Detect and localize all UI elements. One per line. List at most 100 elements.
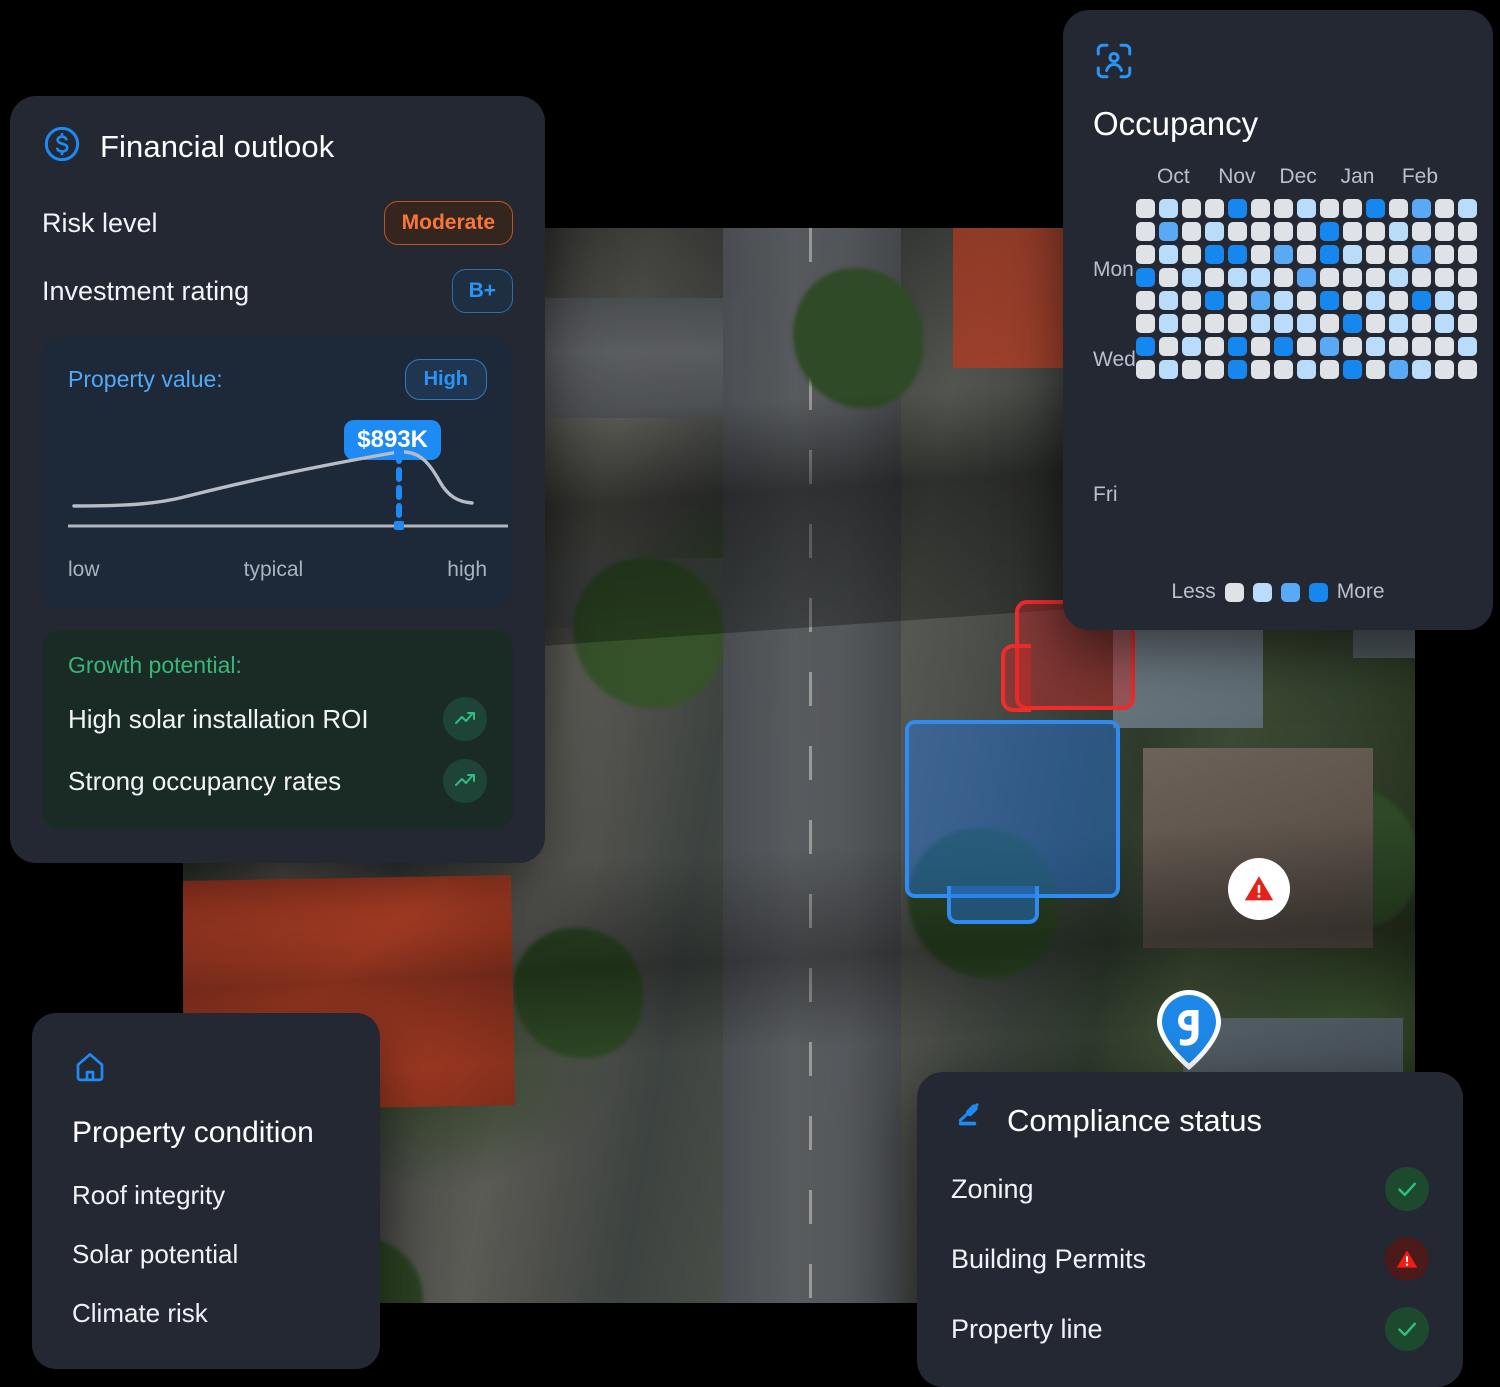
occupancy-cell[interactable]	[1388, 337, 1408, 356]
occupancy-cell[interactable]	[1319, 291, 1339, 310]
occupancy-cell[interactable]	[1342, 222, 1362, 241]
occupancy-cell[interactable]	[1227, 337, 1247, 356]
property-condition-item[interactable]: Roof integrity	[72, 1180, 340, 1211]
occupancy-cell[interactable]	[1457, 199, 1477, 218]
occupancy-cell[interactable]	[1181, 291, 1201, 310]
occupancy-cell[interactable]	[1135, 268, 1155, 287]
property-condition-item[interactable]: Climate risk	[72, 1298, 340, 1329]
occupancy-cell[interactable]	[1250, 291, 1270, 310]
occupancy-cell[interactable]	[1365, 199, 1385, 218]
occupancy-cell[interactable]	[1457, 291, 1477, 310]
occupancy-cell[interactable]	[1342, 199, 1362, 218]
occupancy-cell[interactable]	[1342, 268, 1362, 287]
occupancy-cell[interactable]	[1388, 291, 1408, 310]
occupancy-cell[interactable]	[1434, 360, 1454, 379]
occupancy-cell[interactable]	[1457, 245, 1477, 264]
occupancy-cell[interactable]	[1319, 222, 1339, 241]
occupancy-cell[interactable]	[1388, 314, 1408, 333]
occupancy-cell[interactable]	[1181, 314, 1201, 333]
occupancy-cell[interactable]	[1273, 360, 1293, 379]
occupancy-grid[interactable]	[1135, 199, 1477, 562]
occupancy-cell[interactable]	[1388, 245, 1408, 264]
occupancy-cell[interactable]	[1273, 268, 1293, 287]
occupancy-cell[interactable]	[1457, 360, 1477, 379]
occupancy-cell[interactable]	[1181, 222, 1201, 241]
occupancy-cell[interactable]	[1296, 360, 1316, 379]
occupancy-cell[interactable]	[1204, 291, 1224, 310]
occupancy-cell[interactable]	[1342, 245, 1362, 264]
occupancy-cell[interactable]	[1227, 314, 1247, 333]
occupancy-cell[interactable]	[1434, 337, 1454, 356]
occupancy-cell[interactable]	[1388, 222, 1408, 241]
occupancy-cell[interactable]	[1434, 314, 1454, 333]
occupancy-cell[interactable]	[1319, 360, 1339, 379]
occupancy-cell[interactable]	[1135, 291, 1155, 310]
occupancy-cell[interactable]	[1204, 314, 1224, 333]
occupancy-cell[interactable]	[1227, 360, 1247, 379]
occupancy-cell[interactable]	[1204, 199, 1224, 218]
compliance-row[interactable]: Property line	[951, 1307, 1429, 1351]
occupancy-cell[interactable]	[1296, 291, 1316, 310]
occupancy-cell[interactable]	[1158, 222, 1178, 241]
growth-potential-item[interactable]: Strong occupancy rates	[68, 759, 487, 803]
occupancy-cell[interactable]	[1411, 360, 1431, 379]
occupancy-cell[interactable]	[1411, 245, 1431, 264]
occupancy-cell[interactable]	[1434, 245, 1454, 264]
occupancy-cell[interactable]	[1365, 314, 1385, 333]
occupancy-cell[interactable]	[1227, 199, 1247, 218]
occupancy-cell[interactable]	[1250, 360, 1270, 379]
occupancy-cell[interactable]	[1250, 314, 1270, 333]
occupancy-cell[interactable]	[1181, 360, 1201, 379]
occupancy-cell[interactable]	[1411, 337, 1431, 356]
occupancy-cell[interactable]	[1434, 291, 1454, 310]
occupancy-cell[interactable]	[1411, 268, 1431, 287]
occupancy-cell[interactable]	[1342, 314, 1362, 333]
occupancy-cell[interactable]	[1181, 245, 1201, 264]
occupancy-cell[interactable]	[1135, 222, 1155, 241]
occupancy-cell[interactable]	[1158, 245, 1178, 264]
occupancy-cell[interactable]	[1434, 268, 1454, 287]
occupancy-cell[interactable]	[1388, 360, 1408, 379]
occupancy-cell[interactable]	[1158, 360, 1178, 379]
occupancy-cell[interactable]	[1411, 222, 1431, 241]
occupancy-cell[interactable]	[1411, 291, 1431, 310]
compliance-row[interactable]: Zoning	[951, 1167, 1429, 1211]
occupancy-cell[interactable]	[1457, 222, 1477, 241]
occupancy-cell[interactable]	[1411, 199, 1431, 218]
investment-rating-badge[interactable]: B+	[451, 269, 513, 313]
occupancy-cell[interactable]	[1388, 268, 1408, 287]
occupancy-cell[interactable]	[1296, 245, 1316, 264]
occupancy-cell[interactable]	[1135, 360, 1155, 379]
occupancy-cell[interactable]	[1135, 337, 1155, 356]
occupancy-cell[interactable]	[1457, 314, 1477, 333]
occupancy-cell[interactable]	[1250, 199, 1270, 218]
occupancy-cell[interactable]	[1319, 199, 1339, 218]
occupancy-cell[interactable]	[1273, 337, 1293, 356]
occupancy-cell[interactable]	[1342, 360, 1362, 379]
property-condition-item[interactable]: Solar potential	[72, 1239, 340, 1270]
occupancy-cell[interactable]	[1365, 360, 1385, 379]
occupancy-cell[interactable]	[1204, 360, 1224, 379]
occupancy-cell[interactable]	[1273, 199, 1293, 218]
occupancy-cell[interactable]	[1227, 268, 1247, 287]
occupancy-cell[interactable]	[1181, 268, 1201, 287]
occupancy-cell[interactable]	[1135, 314, 1155, 333]
occupancy-cell[interactable]	[1227, 291, 1247, 310]
occupancy-cell[interactable]	[1250, 245, 1270, 264]
occupancy-cell[interactable]	[1296, 337, 1316, 356]
occupancy-cell[interactable]	[1204, 245, 1224, 264]
occupancy-cell[interactable]	[1181, 199, 1201, 218]
occupancy-cell[interactable]	[1365, 245, 1385, 264]
occupancy-cell[interactable]	[1411, 314, 1431, 333]
occupancy-cell[interactable]	[1457, 268, 1477, 287]
map-plot-selected[interactable]	[905, 720, 1120, 924]
occupancy-cell[interactable]	[1296, 268, 1316, 287]
occupancy-cell[interactable]	[1296, 199, 1316, 218]
occupancy-cell[interactable]	[1342, 291, 1362, 310]
growth-potential-item[interactable]: High solar installation ROI	[68, 697, 487, 741]
occupancy-heatmap[interactable]: -Mon-Wed--Fri-	[1093, 199, 1477, 562]
occupancy-cell[interactable]	[1388, 199, 1408, 218]
occupancy-cell[interactable]	[1158, 337, 1178, 356]
occupancy-cell[interactable]	[1319, 245, 1339, 264]
occupancy-cell[interactable]	[1204, 337, 1224, 356]
